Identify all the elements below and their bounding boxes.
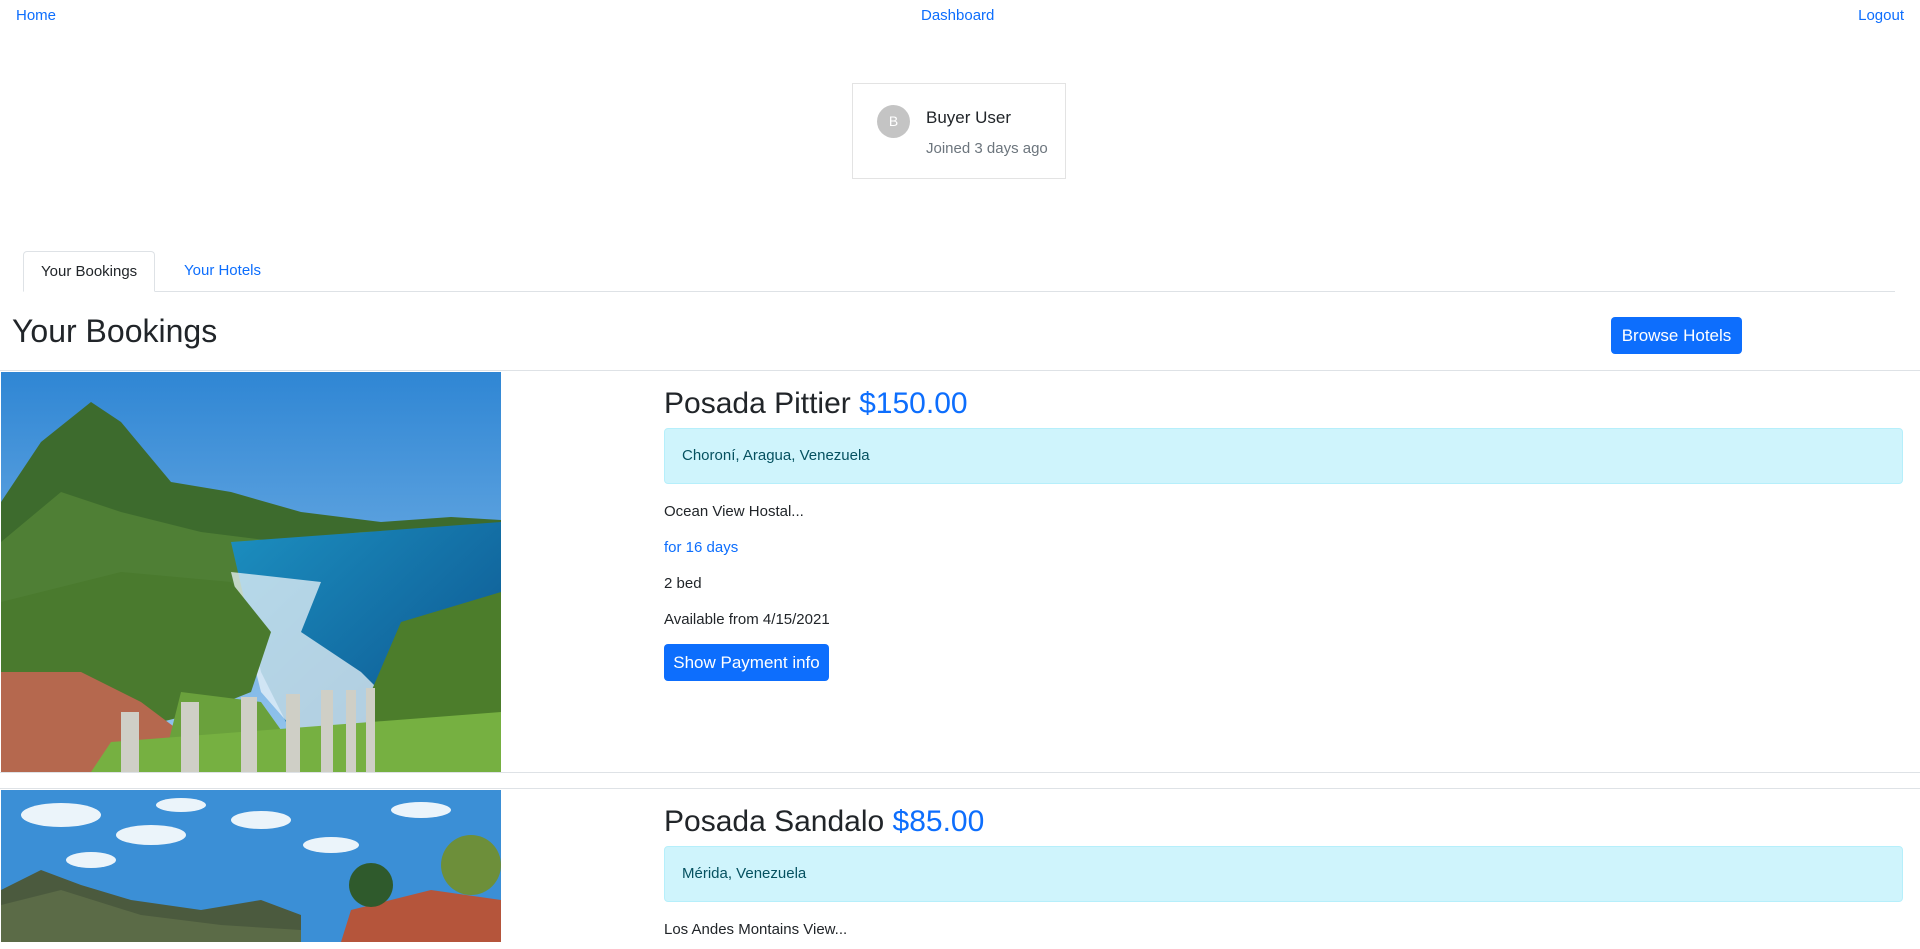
nav-link-home[interactable]: Home [16,7,56,24]
hotel-name: Posada Pittier [664,387,851,420]
booking-availability: Available from 4/15/2021 [664,611,830,628]
hotel-photo [1,790,501,942]
booking-beds: 2 bed [664,575,702,592]
profile-card: B Buyer User Joined 3 days ago [852,83,1066,179]
hotel-name: Posada Sandalo [664,805,885,838]
profile-joined: Joined 3 days ago [926,140,1048,157]
hotel-photo [1,372,501,772]
avatar: B [877,105,910,138]
tab-your-hotels[interactable]: Your Hotels [167,251,278,291]
show-payment-info-button[interactable]: Show Payment info [664,644,829,681]
hotel-location: Mérida, Venezuela [664,846,1903,902]
booking-card: Posada Sandalo $85.00 Mérida, Venezuela … [0,788,1920,949]
top-nav: Home Dashboard Logout [0,0,1920,32]
hotel-price: $85.00 [892,805,985,838]
profile-name: Buyer User [926,108,1012,127]
booking-duration: for 16 days [664,539,739,556]
hotel-location: Choroní, Aragua, Venezuela [664,428,1903,484]
hotel-title: Posada Pittier $150.00 [664,387,968,421]
tab-your-bookings[interactable]: Your Bookings [23,251,156,292]
browse-hotels-button[interactable]: Browse Hotels [1611,317,1742,354]
hotel-description: Los Andes Montains View... [664,921,848,938]
nav-link-logout[interactable]: Logout [1858,7,1904,24]
tab-bar: Your Bookings Your Hotels [23,251,1895,292]
hotel-description: Ocean View Hostal... [664,503,804,520]
booking-card: Posada Pittier $150.00 Choroní, Aragua, … [0,370,1920,773]
hotel-price: $150.00 [859,387,968,420]
page-title: Your Bookings [12,313,218,349]
nav-link-dashboard[interactable]: Dashboard [921,7,994,24]
hotel-title: Posada Sandalo $85.00 [664,805,984,839]
